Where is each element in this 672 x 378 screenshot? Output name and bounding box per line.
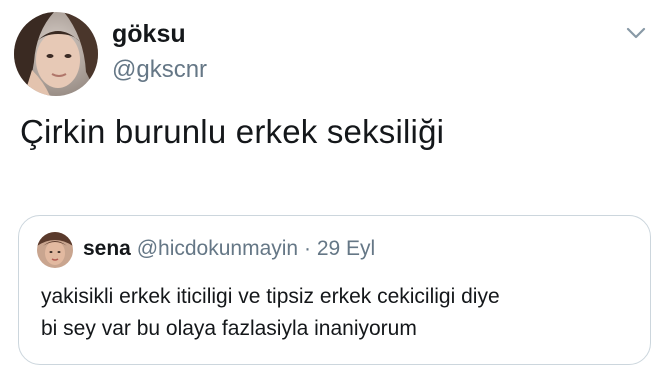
header-separator: ·	[303, 237, 311, 260]
quoted-tweet-header: sena @hicdokunmayin · 29 Eyl	[83, 237, 375, 261]
quoted-user-handle[interactable]: @hicdokunmayin	[137, 237, 298, 260]
avatar-photo-icon	[37, 232, 73, 268]
quoted-tweet-text-line: yakisikli erkek iticiligi ve tipsiz erke…	[41, 285, 500, 308]
quoted-tweet-date[interactable]: 29 Eyl	[317, 237, 375, 260]
quoted-user-avatar[interactable]	[37, 232, 73, 268]
chevron-down-icon[interactable]	[622, 22, 650, 44]
user-avatar[interactable]	[14, 12, 98, 96]
quoted-tweet-text-line: bi sey var bu olaya fazlasiyla inaniyoru…	[41, 317, 417, 340]
tweet: göksu @gkscnr Çirkin burunlu erkek seksi…	[0, 0, 672, 378]
user-handle[interactable]: @gkscnr	[112, 56, 207, 84]
display-name[interactable]: göksu	[112, 20, 186, 49]
quoted-tweet-card[interactable]: sena @hicdokunmayin · 29 Eyl yakisikli e…	[18, 215, 651, 365]
quoted-display-name[interactable]: sena	[83, 237, 131, 260]
tweet-text: Çirkin burunlu erkek seksiliği	[20, 113, 445, 150]
avatar-photo-icon	[14, 12, 98, 96]
